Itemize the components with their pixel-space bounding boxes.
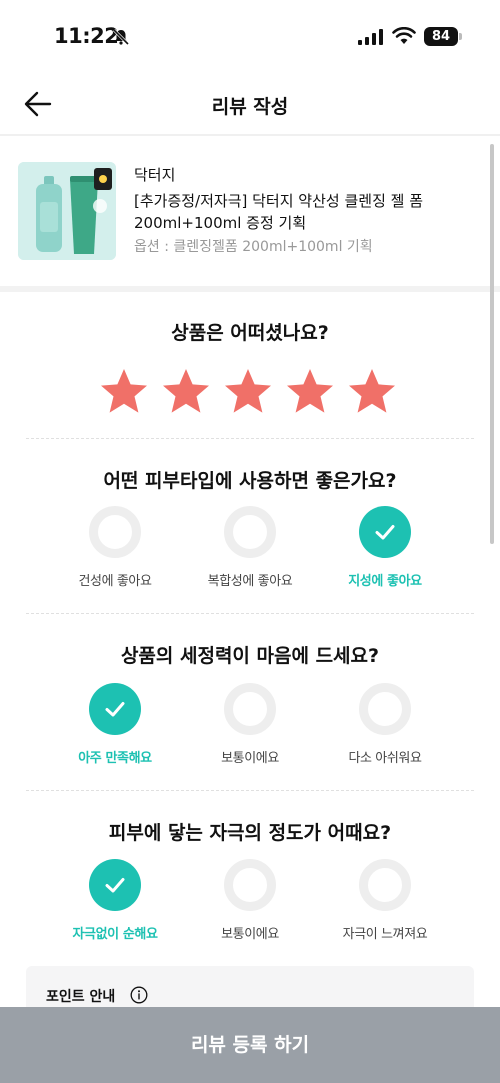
option-radio: [359, 683, 411, 735]
divider: [26, 790, 474, 791]
option-radio: [359, 506, 411, 558]
option-label: 다소 아쉬워요: [348, 751, 422, 766]
star-icon[interactable]: [346, 366, 398, 418]
option-dry-skin[interactable]: 건성에 좋아요: [40, 506, 190, 589]
option-label: 복합성에 좋아요: [207, 574, 293, 589]
status-time: 11:22: [54, 24, 119, 48]
star-icon[interactable]: [222, 366, 274, 418]
divider: [26, 438, 474, 439]
product-brand: 닥터지: [134, 166, 176, 184]
product-thumbnail: [18, 162, 116, 260]
option-gentle[interactable]: 자극없이 순해요: [40, 859, 190, 942]
irritation-options: 자극없이 순해요 보통이에요 자극이 느껴져요: [0, 859, 500, 945]
wifi-icon: [392, 27, 416, 44]
option-radio: [224, 859, 276, 911]
product-name: [추가증정/저자극] 닥터지 약산성 클렌징 젤 폼 200ml+100ml 증…: [134, 192, 423, 232]
option-radio: [89, 506, 141, 558]
check-icon: [375, 525, 395, 540]
divider: [26, 613, 474, 614]
option-label: 자극없이 순해요: [72, 927, 158, 942]
option-combination-skin[interactable]: 복합성에 좋아요: [175, 506, 325, 589]
scrollbar[interactable]: [490, 144, 494, 544]
option-irritating[interactable]: 자극이 느껴져요: [310, 859, 460, 942]
product-option: 옵션 : 클렌징젤폼 200ml+100ml 기획: [134, 239, 373, 255]
product-info: 닥터지 [추가증정/저자극] 닥터지 약산성 클렌징 젤 폼 200ml+100…: [0, 138, 500, 286]
status-bar: 11:22 84: [0, 0, 500, 72]
cleansing-options: 아주 만족해요 보통이에요 다소 아쉬워요: [0, 683, 500, 769]
rating-question: 상품은 어떠셨나요?: [171, 322, 329, 344]
option-radio: [359, 859, 411, 911]
star-icon[interactable]: [160, 366, 212, 418]
option-somewhat-disappointing[interactable]: 다소 아쉬워요: [310, 683, 460, 766]
option-radio: [89, 859, 141, 911]
bell-muted-icon: [112, 28, 130, 46]
cleansing-question: 상품의 세정력이 마음에 드세요?: [120, 645, 380, 667]
section-divider: [0, 286, 500, 292]
option-label: 건성에 좋아요: [78, 574, 152, 589]
option-label: 지성에 좋아요: [348, 574, 422, 589]
option-average[interactable]: 보통이에요: [175, 683, 325, 766]
header: 리뷰 작성: [0, 72, 500, 136]
option-oily-skin[interactable]: 지성에 좋아요: [310, 506, 460, 589]
option-label: 자극이 느껴져요: [342, 927, 428, 942]
battery-cap: [459, 33, 462, 40]
submit-review-button[interactable]: 리뷰 등록 하기: [0, 1007, 500, 1083]
star-icon[interactable]: [284, 366, 336, 418]
option-label: 아주 만족해요: [78, 751, 152, 766]
point-notice-title: 포인트 안내: [46, 989, 116, 1005]
check-icon: [105, 702, 125, 717]
option-radio: [224, 506, 276, 558]
page-title: 리뷰 작성: [211, 96, 289, 118]
star-rating: [98, 366, 398, 420]
skin-type-options: 건성에 좋아요 복합성에 좋아요 지성에 좋아요: [0, 506, 500, 592]
cellular-signal-icon: [358, 29, 383, 45]
option-radio: [224, 683, 276, 735]
check-icon: [105, 878, 125, 893]
star-icon[interactable]: [98, 366, 150, 418]
battery-indicator: 84: [424, 27, 458, 46]
option-very-satisfied[interactable]: 아주 만족해요: [40, 683, 190, 766]
skin-type-question: 어떤 피부타입에 사용하면 좋은가요?: [103, 470, 397, 492]
option-radio: [89, 683, 141, 735]
option-label: 보통이에요: [221, 751, 279, 766]
option-average[interactable]: 보통이에요: [175, 859, 325, 942]
irritation-question: 피부에 닿는 자극의 정도가 어때요?: [108, 822, 392, 844]
info-icon[interactable]: [130, 986, 148, 1004]
option-label: 보통이에요: [221, 927, 279, 942]
